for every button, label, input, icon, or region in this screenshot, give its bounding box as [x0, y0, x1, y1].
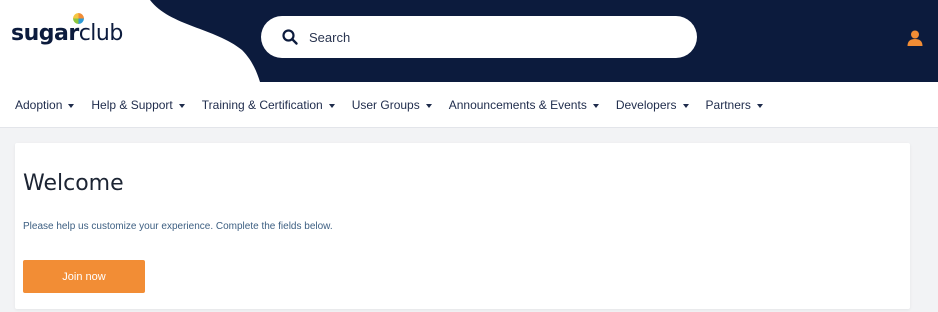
- logo-text-sugar: sugar: [11, 21, 79, 46]
- nav-item-label: Announcements & Events: [448, 97, 587, 112]
- nav-item-adoption[interactable]: Adoption: [15, 97, 75, 112]
- nav-item-label: Partners: [705, 97, 751, 112]
- welcome-instructions: Please help us customize your experience…: [23, 221, 333, 232]
- main-navigation: Adoption Help & Support Training & Certi…: [0, 82, 938, 128]
- chevron-down-icon: [68, 104, 75, 108]
- user-icon[interactable]: [906, 29, 924, 47]
- site-header: sugar club: [0, 0, 938, 82]
- sugarclub-logo[interactable]: sugar club: [11, 13, 124, 46]
- chevron-down-icon: [682, 104, 689, 108]
- search-bar[interactable]: [261, 16, 697, 58]
- nav-item-label: Help & Support: [91, 97, 173, 112]
- search-input[interactable]: [309, 29, 669, 45]
- nav-item-label: User Groups: [351, 97, 420, 112]
- sugar-dot-icon: [73, 13, 84, 24]
- nav-item-label: Developers: [615, 97, 677, 112]
- logo-text-club: club: [78, 21, 124, 46]
- chevron-down-icon: [328, 104, 335, 108]
- chevron-down-icon: [756, 104, 763, 108]
- nav-item-developers[interactable]: Developers: [616, 98, 689, 112]
- nav-item-announcements-events[interactable]: Announcements & Events: [449, 98, 599, 112]
- welcome-card: Welcome Please help us customize your ex…: [15, 143, 910, 309]
- nav-item-help-support[interactable]: Help & Support: [91, 97, 185, 112]
- join-now-button[interactable]: Join now: [23, 260, 145, 293]
- nav-item-training-certification[interactable]: Training & Certification: [202, 98, 335, 112]
- chevron-down-icon: [178, 104, 185, 108]
- page-title: Welcome: [23, 171, 124, 196]
- search-icon[interactable]: [281, 28, 299, 46]
- nav-item-label: Adoption: [15, 97, 63, 112]
- nav-item-label: Training & Certification: [201, 97, 323, 112]
- nav-item-user-groups[interactable]: User Groups: [352, 98, 432, 112]
- chevron-down-icon: [425, 104, 432, 108]
- nav-item-partners[interactable]: Partners: [706, 98, 763, 112]
- chevron-down-icon: [592, 104, 599, 108]
